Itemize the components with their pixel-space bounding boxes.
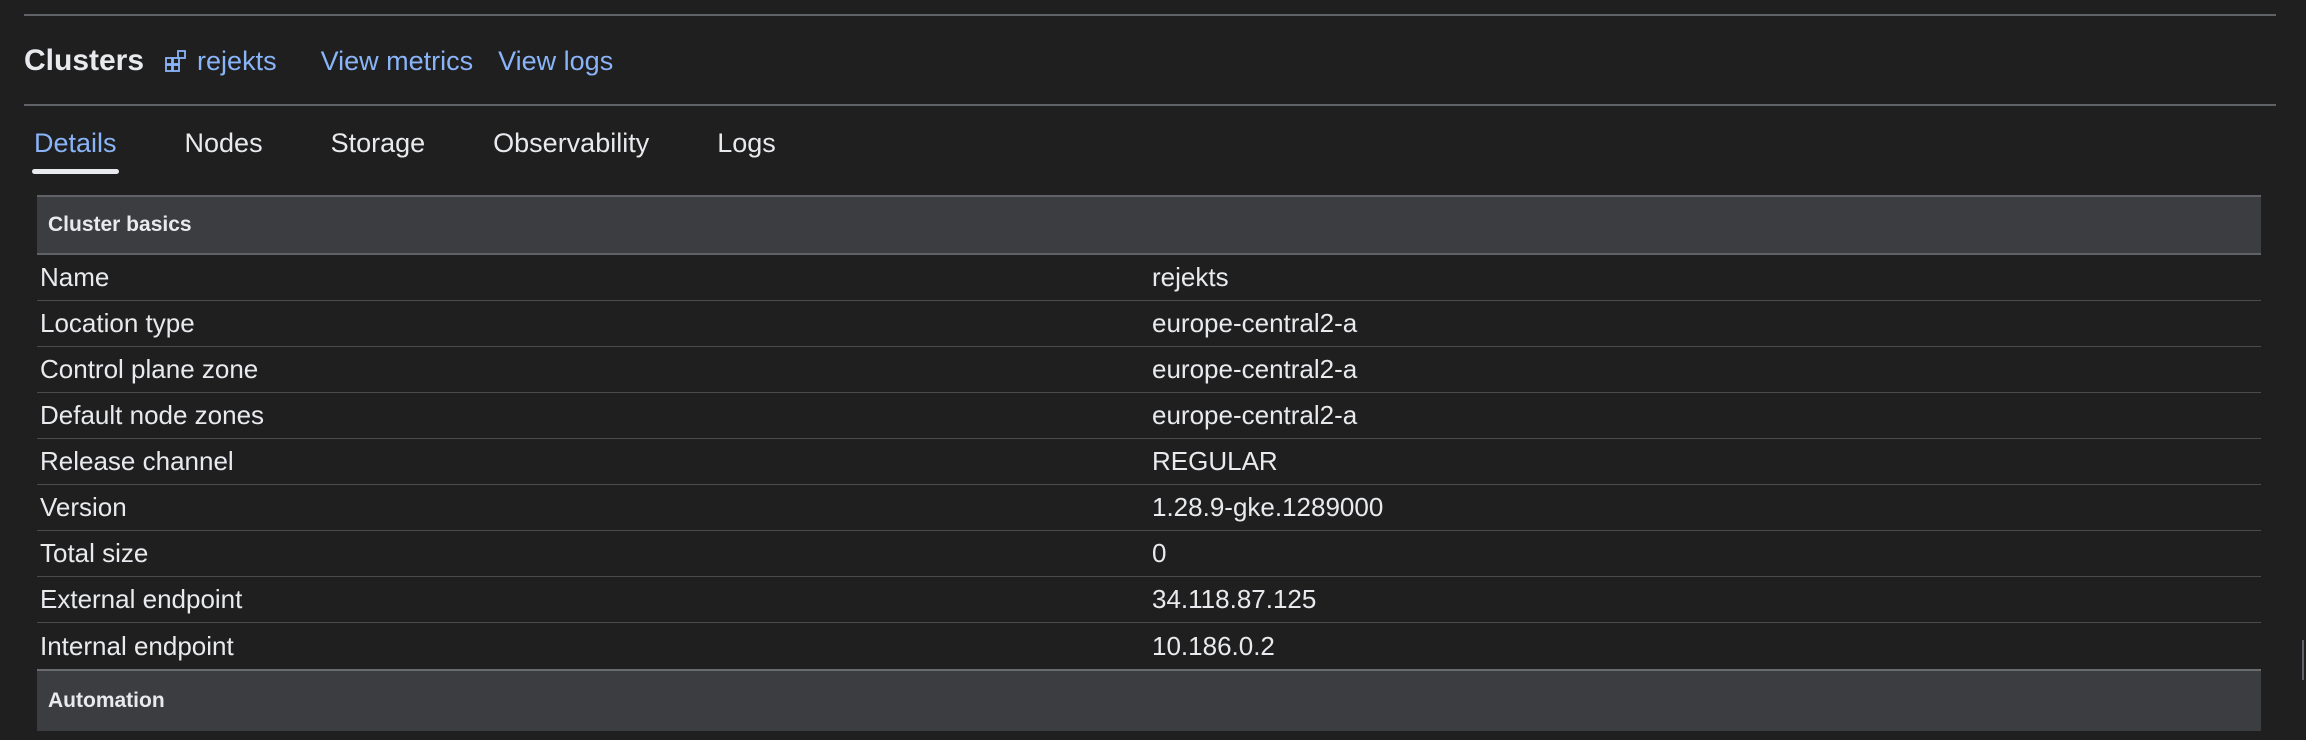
header-divider: [24, 104, 2276, 106]
tab-logs[interactable]: Logs: [717, 122, 776, 174]
row-value: europe-central2-a: [1152, 354, 1358, 384]
table-row: Version 1.28.9-gke.1289000: [37, 485, 2261, 531]
view-logs-link[interactable]: View logs: [498, 46, 613, 77]
cluster-icon: [165, 50, 186, 72]
row-value: europe-central2-a: [1152, 308, 1358, 338]
row-key: Release channel: [40, 446, 234, 476]
row-key: Control plane zone: [40, 354, 259, 384]
table-row: External endpoint 34.118.87.125: [37, 577, 2261, 623]
row-key: Internal endpoint: [40, 630, 234, 661]
table-row: Control plane zone europe-central2-a: [37, 347, 2261, 393]
view-metrics-link[interactable]: View metrics: [321, 46, 474, 77]
row-key: Default node zones: [40, 400, 265, 430]
row-value: rejekts: [1152, 262, 1229, 292]
row-key: Version: [40, 492, 127, 522]
table-row: Total size 0: [37, 531, 2261, 577]
row-key: Location type: [40, 308, 195, 338]
row-key: Name: [40, 262, 110, 292]
cluster-name-label: rejekts: [197, 45, 277, 76]
table-row: Default node zones europe-central2-a: [37, 393, 2261, 439]
table-row: Release channel REGULAR: [37, 439, 2261, 485]
table-row: Internal endpoint 10.186.0.2: [37, 623, 2261, 669]
row-value: REGULAR: [1152, 446, 1278, 476]
table-row: Location type europe-central2-a: [37, 301, 2261, 347]
table-row: Name rejekts: [37, 255, 2261, 301]
top-divider: [24, 14, 2276, 16]
row-value: 1.28.9-gke.1289000: [1152, 492, 1384, 522]
cluster-name-link[interactable]: rejekts: [164, 46, 277, 77]
cluster-basics-header: Cluster basics: [37, 195, 2261, 255]
row-value: 0: [1152, 538, 1167, 568]
details-table: Cluster basics Name rejekts Location typ…: [37, 195, 2261, 731]
cluster-details-page: Clusters rejekts View metrics View logs …: [0, 0, 2306, 740]
scrollbar[interactable]: [2302, 640, 2304, 680]
tab-bar: Details Nodes Storage Observability Logs: [32, 122, 844, 174]
row-key: External endpoint: [40, 584, 243, 614]
row-value: europe-central2-a: [1152, 400, 1358, 430]
tab-observability[interactable]: Observability: [493, 122, 649, 174]
tab-storage[interactable]: Storage: [331, 122, 426, 174]
page-header: Clusters rejekts View metrics View logs: [24, 38, 638, 84]
row-value: 34.118.87.125: [1152, 584, 1317, 614]
page-title: Clusters: [24, 44, 145, 77]
row-value: 10.186.0.2: [1152, 630, 1275, 661]
tab-details[interactable]: Details: [32, 122, 119, 174]
automation-header: Automation: [37, 669, 2261, 731]
row-key: Total size: [40, 538, 149, 568]
tab-nodes[interactable]: Nodes: [185, 122, 263, 174]
